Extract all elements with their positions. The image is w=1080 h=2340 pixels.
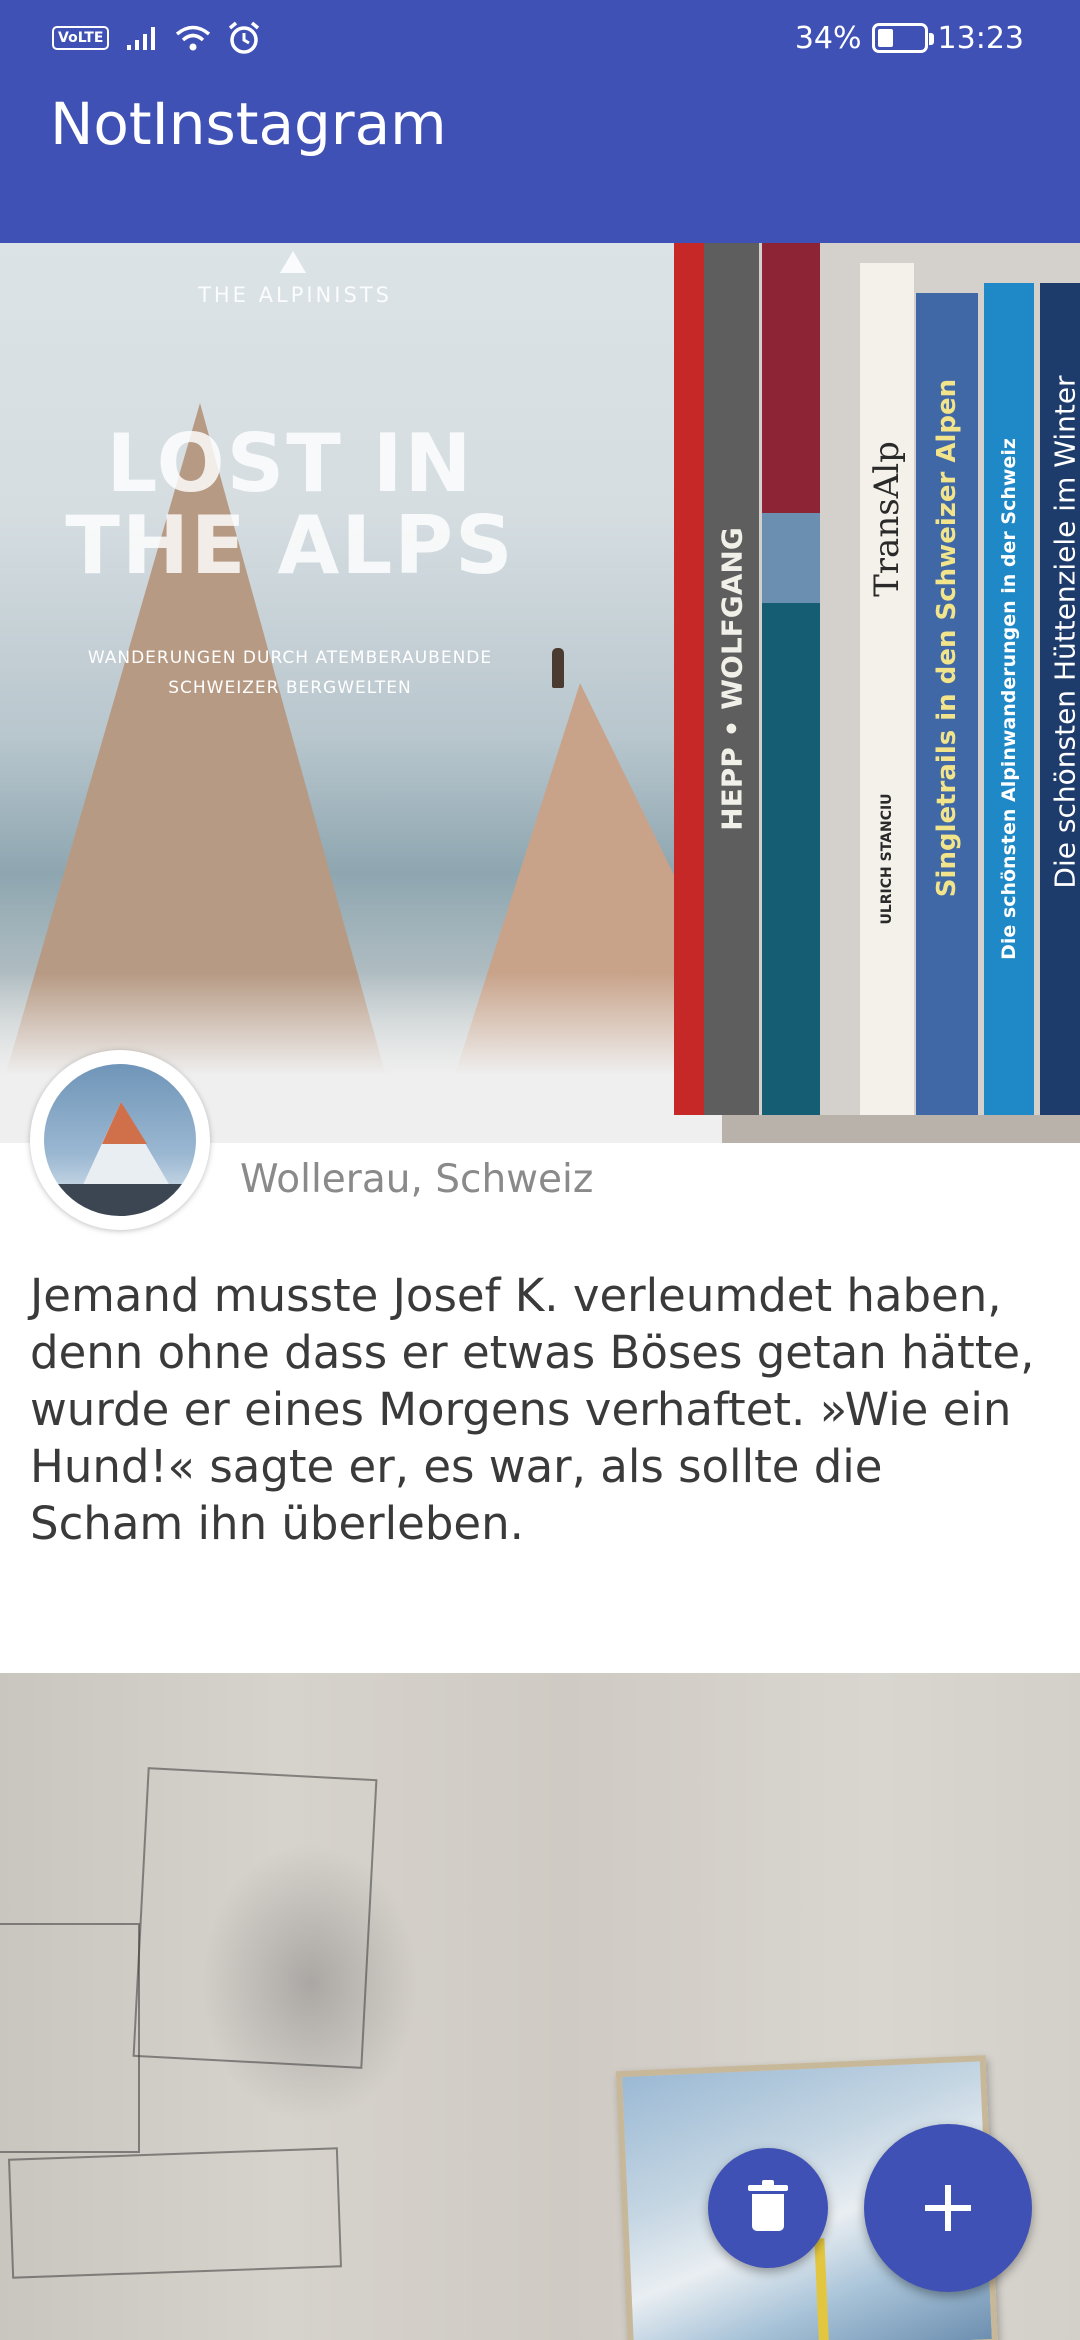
cover-publisher: THE ALPINISTS xyxy=(198,283,392,307)
book-spine: Die schönsten Hüttenziele im Winter xyxy=(1040,283,1080,1115)
cover-subtitle: WANDERUNGEN DURCH ATEMBERAUBENDE SCHWEIZ… xyxy=(87,648,493,698)
status-bar-right: 34% 13:23 xyxy=(795,16,1024,60)
delete-button[interactable] xyxy=(708,2148,828,2268)
status-bar: VoLTE 34% 13:23 xyxy=(0,0,1080,80)
add-post-button[interactable] xyxy=(864,2124,1032,2292)
signal-icon xyxy=(127,27,156,50)
avatar-image xyxy=(44,1064,196,1216)
bookshelf: HEPP • WOLFGANG TransAlp ULRICH STANCIU … xyxy=(674,243,1080,1143)
book-cover: THE ALPINISTS LOST IN THE ALPS WANDERUNG… xyxy=(0,243,810,1143)
wifi-icon xyxy=(176,25,211,51)
app-title: NotInstagram xyxy=(50,90,447,158)
artwork-sketch-wall xyxy=(0,1673,565,2340)
post-location: Wollerau, Schweiz xyxy=(240,1157,594,1202)
post-caption: Jemand musste Josef K. verleumdet haben,… xyxy=(30,1269,1035,1550)
plus-icon xyxy=(925,2185,971,2231)
volte-icon: VoLTE xyxy=(52,26,110,50)
status-bar-left: VoLTE xyxy=(52,18,261,58)
app-header: VoLTE 34% 13:23 NotInstagram xyxy=(0,0,1080,243)
hiker-figure xyxy=(552,648,564,688)
post-image[interactable]: THE ALPINISTS LOST IN THE ALPS WANDERUNG… xyxy=(0,243,1080,1143)
book-spine: Singletrails in den Schweizer Alpen xyxy=(916,293,978,1115)
trash-icon xyxy=(748,2180,788,2231)
book-spine xyxy=(674,243,704,1115)
book-spine: Die schönsten Alpinwanderungen in der Sc… xyxy=(984,283,1034,1115)
publisher-logo xyxy=(280,251,306,273)
clock: 13:23 xyxy=(937,20,1024,56)
alarm-icon xyxy=(229,21,260,54)
book-spine: TransAlp ULRICH STANCIU xyxy=(860,263,914,1115)
battery-percent: 34% xyxy=(794,20,862,56)
avatar[interactable] xyxy=(30,1050,210,1230)
book-spine: HEPP • WOLFGANG xyxy=(704,243,759,1115)
battery-level xyxy=(877,29,893,47)
cover-title: LOST IN THE ALPS xyxy=(65,417,515,592)
battery-icon xyxy=(871,23,934,53)
